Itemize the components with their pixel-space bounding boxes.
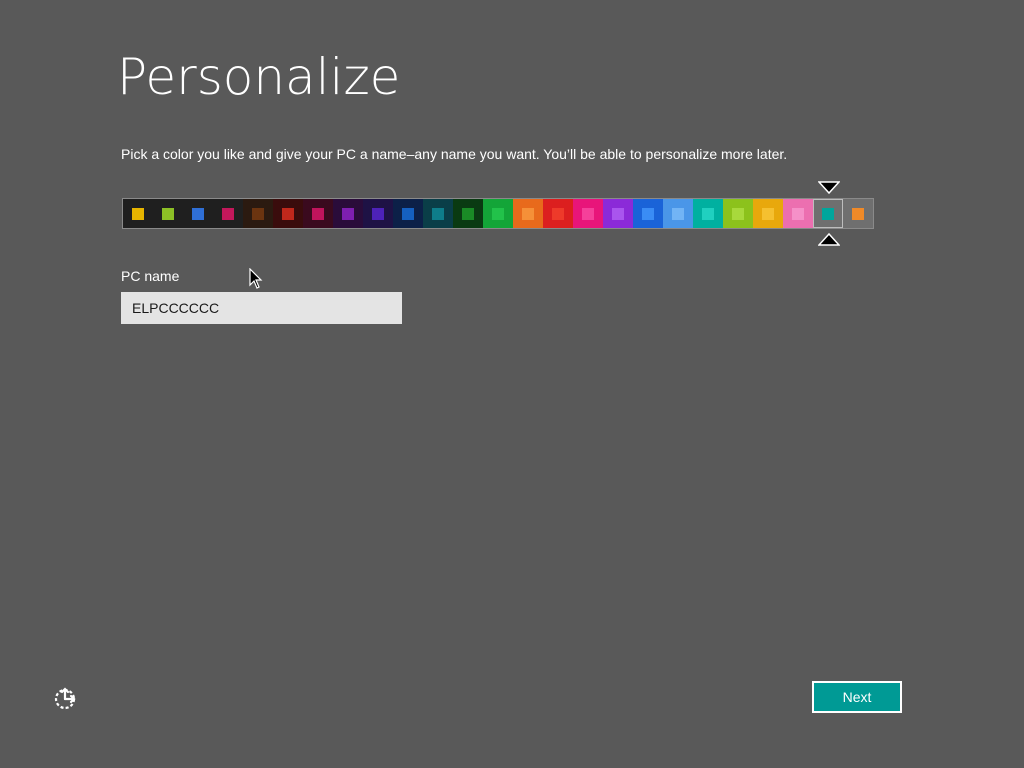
color-chip [462, 207, 474, 220]
color-chip [672, 207, 684, 220]
mouse-cursor-icon [249, 268, 263, 289]
color-swatch[interactable] [303, 199, 333, 228]
color-chip [822, 207, 834, 220]
color-swatch[interactable] [603, 199, 633, 228]
selection-arrow-down-icon [817, 181, 840, 195]
color-chip [342, 207, 354, 220]
color-chip [582, 207, 594, 220]
color-chip [222, 207, 234, 220]
color-chip [852, 207, 864, 220]
color-swatch[interactable] [693, 199, 723, 228]
color-swatch[interactable] [453, 199, 483, 228]
color-swatch[interactable] [363, 199, 393, 228]
color-chip [252, 207, 264, 220]
color-chip [192, 207, 204, 220]
selection-arrow-up-icon [817, 232, 840, 246]
color-chip [522, 207, 534, 220]
color-swatch[interactable] [753, 199, 783, 228]
color-swatch[interactable] [663, 199, 693, 228]
color-chip [402, 207, 414, 220]
color-chip [372, 207, 384, 220]
pc-name-input[interactable] [121, 292, 402, 324]
color-chip [612, 207, 624, 220]
color-chip [762, 207, 774, 220]
color-swatch[interactable] [483, 199, 513, 228]
color-swatch[interactable] [183, 199, 213, 228]
color-chip [552, 207, 564, 220]
color-picker[interactable] [122, 198, 874, 229]
color-chip [162, 207, 174, 220]
color-swatch[interactable] [273, 199, 303, 228]
color-swatch[interactable] [153, 199, 183, 228]
color-chip [702, 207, 714, 220]
color-chip [432, 207, 444, 220]
color-chip [492, 207, 504, 220]
pc-name-label: PC name [121, 268, 180, 284]
personalize-page: Personalize Pick a color you like and gi… [0, 0, 1024, 768]
color-swatch[interactable] [783, 199, 813, 228]
color-swatch[interactable] [723, 199, 753, 228]
next-button[interactable]: Next [812, 681, 902, 713]
color-swatch[interactable] [513, 199, 543, 228]
color-swatch[interactable] [633, 199, 663, 228]
color-swatch[interactable] [393, 199, 423, 228]
color-swatch[interactable] [243, 199, 273, 228]
color-swatch[interactable] [543, 199, 573, 228]
color-chip [282, 207, 294, 220]
page-subtitle: Pick a color you like and give your PC a… [121, 146, 788, 162]
color-swatch[interactable] [843, 199, 873, 228]
color-swatch[interactable] [573, 199, 603, 228]
page-title: Personalize [117, 48, 401, 106]
color-chip [732, 207, 744, 220]
color-swatch[interactable] [813, 199, 843, 228]
color-chip [792, 207, 804, 220]
color-chip [132, 207, 144, 220]
color-chip [642, 207, 654, 220]
color-chip [312, 207, 324, 220]
color-swatch[interactable] [423, 199, 453, 228]
ease-of-access-icon[interactable] [52, 684, 80, 712]
color-swatch[interactable] [333, 199, 363, 228]
color-swatch[interactable] [213, 199, 243, 228]
color-swatch[interactable] [123, 199, 153, 228]
